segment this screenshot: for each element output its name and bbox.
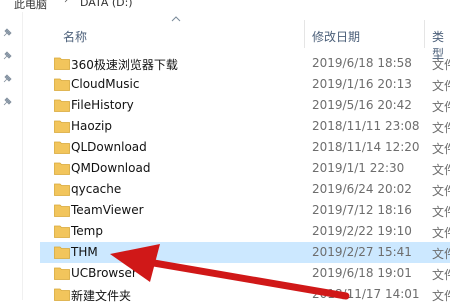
file-row[interactable]: Haozip 2018/11/11 23:08 文件 <box>40 116 450 137</box>
file-name: QLDownload <box>71 140 147 154</box>
file-date: 2019/6/24 20:02 <box>312 182 412 196</box>
file-type: 文件 <box>432 58 450 72</box>
file-name: FileHistory <box>71 98 134 112</box>
pin-icon[interactable] <box>2 97 12 107</box>
file-row[interactable]: QMDownload 2019/1/1 22:30 文件 <box>40 158 450 179</box>
folder-icon <box>54 288 70 301</box>
column-header: 名称 修改日期 类型 <box>40 16 450 61</box>
file-type: 文件 <box>432 268 450 282</box>
folder-icon <box>54 246 70 259</box>
folder-icon <box>54 78 70 91</box>
file-name: 新建文件夹 <box>71 289 132 303</box>
column-divider[interactable] <box>304 20 305 48</box>
file-row[interactable]: qycache 2019/6/24 20:02 文件 <box>40 179 450 200</box>
file-row[interactable]: 新建文件夹 2018/11/17 14:01 文件 <box>40 284 450 305</box>
file-row[interactable]: CloudMusic 2019/1/16 20:13 文件 <box>40 74 450 95</box>
file-name: THM <box>71 245 98 259</box>
file-name: Temp <box>71 224 103 238</box>
column-divider[interactable] <box>424 20 425 48</box>
file-row[interactable]: 360极速浏览器下载 2019/6/18 18:58 文件 <box>40 53 450 74</box>
file-name: CloudMusic <box>71 77 140 91</box>
breadcrumb-drive[interactable]: DATA (D:) <box>80 0 133 9</box>
file-row[interactable]: TeamViewer 2019/7/12 18:16 文件 <box>40 200 450 221</box>
file-date: 2019/1/1 22:30 <box>312 161 405 175</box>
file-date: 2019/5/16 20:42 <box>312 98 412 112</box>
folder-icon <box>54 204 70 217</box>
folder-icon <box>54 141 70 154</box>
file-name: TeamViewer <box>71 203 144 217</box>
folder-icon <box>54 183 70 196</box>
folder-icon <box>54 162 70 175</box>
pin-icon[interactable] <box>2 28 12 38</box>
folder-icon <box>54 225 70 238</box>
file-type: 文件 <box>432 184 450 198</box>
file-name: Haozip <box>71 119 112 133</box>
folder-icon <box>54 120 70 133</box>
file-name: 360极速浏览器下载 <box>71 58 178 72</box>
folder-icon <box>54 99 70 112</box>
file-type: 文件 <box>432 79 450 93</box>
file-type: 文件 <box>432 247 450 261</box>
file-type: 文件 <box>432 100 450 114</box>
pane-divider[interactable] <box>22 12 23 300</box>
file-row[interactable]: UCBrowser 2019/6/18 19:01 文件 <box>40 263 450 284</box>
file-type: 文件 <box>432 121 450 135</box>
file-date: 2019/6/18 19:01 <box>312 266 412 280</box>
file-name: QMDownload <box>71 161 151 175</box>
file-row[interactable]: QLDownload 2018/11/14 12:20 文件 <box>40 137 450 158</box>
file-type: 文件 <box>432 163 450 177</box>
pin-icon[interactable] <box>2 51 12 61</box>
file-row[interactable]: FileHistory 2019/5/16 20:42 文件 <box>40 95 450 116</box>
file-name: qycache <box>71 182 122 196</box>
folder-icon <box>54 267 70 280</box>
file-date: 2019/7/12 18:16 <box>312 203 412 217</box>
file-type: 文件 <box>432 226 450 240</box>
file-date: 2018/11/11 23:08 <box>312 119 420 133</box>
breadcrumb-separator-icon[interactable]: › <box>64 0 68 6</box>
file-date: 2018/11/17 14:01 <box>312 287 420 301</box>
header-date[interactable]: 修改日期 <box>312 28 360 45</box>
pin-icon[interactable] <box>2 74 12 84</box>
file-date: 2019/2/22 19:10 <box>312 224 412 238</box>
breadcrumb-this-pc[interactable]: 此电脑 <box>14 0 47 12</box>
file-date: 2018/11/14 12:20 <box>312 140 420 154</box>
file-row-selected[interactable]: THM 2019/2/27 15:41 文件 <box>40 242 450 263</box>
file-type: 文件 <box>432 289 450 303</box>
navigation-pane <box>0 12 20 300</box>
file-date: 2019/2/27 15:41 <box>312 245 412 259</box>
file-date: 2019/1/16 20:13 <box>312 77 412 91</box>
file-date: 2019/6/18 18:58 <box>312 56 412 70</box>
file-name: UCBrowser <box>71 266 137 280</box>
folder-icon <box>54 57 70 70</box>
file-row[interactable]: Temp 2019/2/22 19:10 文件 <box>40 221 450 242</box>
file-type: 文件 <box>432 205 450 219</box>
header-name[interactable]: 名称 <box>63 28 87 45</box>
file-type: 文件 <box>432 142 450 156</box>
breadcrumb: 此电脑 › DATA (D:) <box>0 0 450 12</box>
sort-caret-icon <box>171 16 181 22</box>
